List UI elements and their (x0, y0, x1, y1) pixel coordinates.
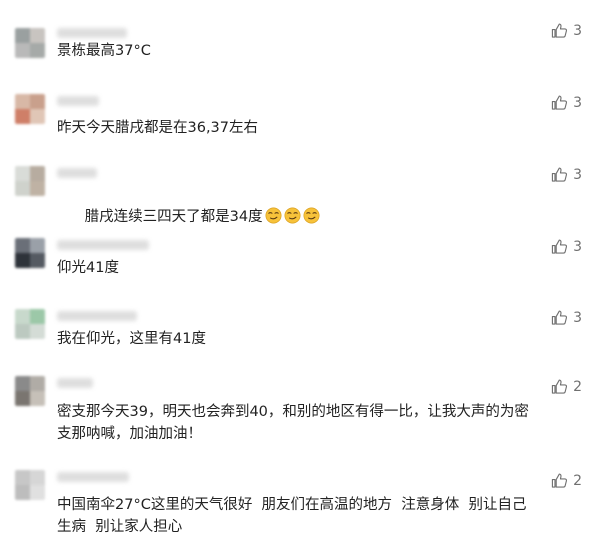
avatar-tile (15, 238, 30, 253)
comment-text: 我在仰光，这里有41度 (57, 331, 206, 347)
comment-text: 昨天今天腊戌都是在36,37左右 (57, 120, 259, 136)
thumbs-up-icon (551, 473, 568, 488)
comment-item: 仰光41度 3 (0, 216, 596, 288)
thumbs-up-icon (551, 167, 568, 182)
avatar-tile (30, 376, 45, 391)
avatar-tile (15, 376, 30, 391)
like-button[interactable]: 3 (551, 166, 582, 183)
avatar-tile (15, 43, 30, 58)
like-count: 3 (573, 22, 582, 39)
avatar-tile (30, 485, 45, 500)
like-count: 3 (573, 94, 582, 111)
avatar-tile (15, 470, 30, 485)
like-count: 2 (573, 472, 582, 489)
like-button[interactable]: 2 (551, 472, 582, 489)
like-count: 2 (573, 378, 582, 395)
comment-item: 中国南伞27°C这里的天气很好 朋友们在高温的地方 注意身体 别让自己生病 别让… (0, 454, 596, 548)
avatar[interactable] (15, 28, 45, 58)
avatar-tile (30, 109, 45, 124)
avatar-tile (30, 238, 45, 253)
avatar-tile (30, 324, 45, 339)
avatar-tile (15, 485, 30, 500)
avatar-tile (30, 166, 45, 181)
thumbs-up-icon (551, 379, 568, 394)
like-count: 3 (573, 166, 582, 183)
comment-item: 密支那今天39，明天也会奔到40，和别的地区有得一比，让我大声的为密支那呐喊，加… (0, 360, 596, 454)
like-button[interactable]: 2 (551, 378, 582, 395)
avatar-tile (30, 181, 45, 196)
username-redacted (57, 240, 149, 250)
like-button[interactable]: 3 (551, 238, 582, 255)
thumbs-up-icon (551, 23, 568, 38)
avatar[interactable] (15, 470, 45, 500)
username-redacted (57, 168, 97, 178)
avatar-tile (15, 309, 30, 324)
like-count: 3 (573, 238, 582, 255)
thumbs-up-icon (551, 95, 568, 110)
like-button[interactable]: 3 (551, 309, 582, 326)
avatar-tile (30, 309, 45, 324)
like-button[interactable]: 3 (551, 94, 582, 111)
avatar-tile (30, 28, 45, 43)
avatar-tile (15, 28, 30, 43)
avatar[interactable] (15, 94, 45, 124)
comment-text: 仰光41度 (57, 260, 119, 276)
avatar[interactable] (15, 376, 45, 406)
comment-item: 景栋最高37°C 3 (0, 0, 596, 72)
avatar-tile (15, 109, 30, 124)
username-redacted (57, 378, 93, 388)
username-redacted (57, 96, 99, 106)
like-button[interactable]: 3 (551, 22, 582, 39)
username-redacted (57, 472, 129, 482)
thumbs-up-icon (551, 310, 568, 325)
avatar-tile (30, 253, 45, 268)
comment-item: 我在仰光，这里有41度 3 (0, 288, 596, 360)
avatar-tile (15, 391, 30, 406)
like-count: 3 (573, 309, 582, 326)
avatar-tile (30, 94, 45, 109)
username-redacted (57, 28, 127, 38)
avatar[interactable] (15, 309, 45, 339)
avatar-tile (30, 43, 45, 58)
avatar-tile (15, 94, 30, 109)
avatar-tile (15, 181, 30, 196)
comment-item: 昨天今天腊戌都是在36,37左右 3 (0, 72, 596, 144)
comment-text: 密支那今天39，明天也会奔到40，和别的地区有得一比，让我大声的为密支那呐喊，加… (57, 404, 529, 442)
comment-item: 腊戌连续三四天了都是34度 3 (0, 144, 596, 225)
comment-text: 中国南伞27°C这里的天气很好 朋友们在高温的地方 注意身体 别让自己生病 别让… (57, 497, 527, 535)
avatar[interactable] (15, 166, 45, 196)
avatar-tile (30, 470, 45, 485)
comment-text: 景栋最高37°C (57, 43, 151, 59)
thumbs-up-icon (551, 239, 568, 254)
avatar-tile (30, 391, 45, 406)
avatar-tile (15, 166, 30, 181)
avatar-tile (15, 253, 30, 268)
avatar-tile (15, 324, 30, 339)
username-redacted (57, 311, 137, 321)
avatar[interactable] (15, 238, 45, 268)
